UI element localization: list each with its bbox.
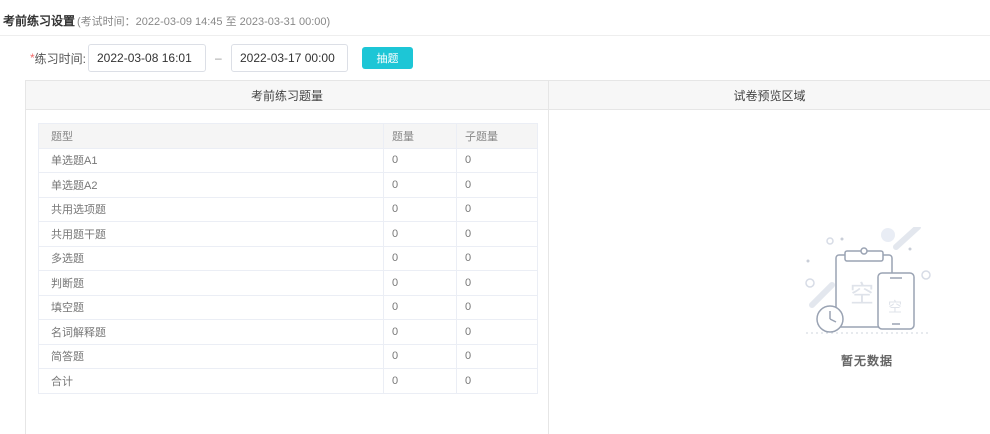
- row-sub-count: 0: [456, 270, 538, 296]
- row-type: 合计: [38, 368, 384, 394]
- row-sub-count: 0: [456, 148, 538, 173]
- table-row: 单选题A1 0 0: [38, 148, 538, 173]
- end-date-value: 2022-03-17 00:00: [240, 51, 335, 65]
- empty-char-large: 空: [850, 280, 874, 308]
- empty-clipboard-icon: 空 空: [805, 224, 931, 334]
- row-sub-count: 0: [456, 197, 538, 222]
- end-date-input[interactable]: 2022-03-17 00:00: [231, 44, 348, 72]
- row-count: 0: [383, 344, 457, 369]
- row-count: 0: [383, 148, 457, 173]
- practice-quantity-panel: 考前练习题量 题型 题量 子题量 单选题A1 0 0 单选题A2 0 0 共用选…: [25, 80, 549, 434]
- question-type-table: 题型 题量 子题量 单选题A1 0 0 单选题A2 0 0 共用选项题 0 0: [38, 123, 538, 394]
- practice-time-label: 练习时间:: [34, 51, 87, 66]
- row-count: 0: [383, 246, 457, 271]
- table-row: 共用题干题 0 0: [38, 221, 538, 247]
- row-type: 简答题: [38, 344, 384, 369]
- row-count: 0: [383, 270, 457, 296]
- paper-preview-header: 试卷预览区域: [549, 81, 990, 110]
- column-header-sub-count: 子题量: [456, 123, 538, 149]
- empty-char-small: 空: [888, 300, 902, 316]
- row-type: 共用题干题: [38, 221, 384, 247]
- row-type: 名词解释题: [38, 319, 384, 345]
- table-row: 简答题 0 0: [38, 344, 538, 369]
- row-sub-count: 0: [456, 368, 538, 394]
- page-title-bar: 考前练习设置 (考试时间：2022-03-09 14:45 至 2023-03-…: [0, 6, 990, 36]
- table-header-row: 题型 题量 子题量: [38, 123, 538, 149]
- date-range-separator: –: [215, 51, 222, 65]
- row-count: 0: [383, 295, 457, 320]
- table-row: 多选题 0 0: [38, 246, 538, 271]
- row-sub-count: 0: [456, 344, 538, 369]
- empty-text: 暂无数据: [840, 354, 893, 368]
- row-count: 0: [383, 172, 457, 198]
- row-type: 填空题: [38, 295, 384, 320]
- column-header-count: 题量: [383, 123, 457, 149]
- row-type: 共用选项题: [38, 197, 384, 222]
- extract-questions-button[interactable]: 抽题: [362, 47, 413, 69]
- row-count: 0: [383, 368, 457, 394]
- row-sub-count: 0: [456, 172, 538, 198]
- column-header-type: 题型: [38, 123, 384, 149]
- table-row: 填空题 0 0: [38, 295, 538, 320]
- row-type: 单选题A2: [38, 172, 384, 198]
- table-row-total: 合计 0 0: [38, 368, 538, 394]
- exam-time-range: (考试时间：2022-03-09 14:45 至 2023-03-31 00:0…: [77, 15, 331, 28]
- table-row: 共用选项题 0 0: [38, 197, 538, 222]
- start-date-value: 2022-03-08 16:01: [97, 51, 192, 65]
- table-row: 名词解释题 0 0: [38, 319, 538, 345]
- row-count: 0: [383, 197, 457, 222]
- row-sub-count: 0: [456, 295, 538, 320]
- table-row: 判断题 0 0: [38, 270, 538, 296]
- row-type: 判断题: [38, 270, 384, 296]
- row-type: 单选题A1: [38, 148, 384, 173]
- row-type: 多选题: [38, 246, 384, 271]
- row-sub-count: 0: [456, 221, 538, 247]
- practice-quantity-header: 考前练习题量: [26, 81, 548, 110]
- table-row: 单选题A2 0 0: [38, 172, 538, 198]
- start-date-input[interactable]: 2022-03-08 16:01: [88, 44, 206, 72]
- row-count: 0: [383, 319, 457, 345]
- row-sub-count: 0: [456, 246, 538, 271]
- page-title: 考前练习设置: [3, 14, 76, 28]
- paper-preview-panel: 试卷预览区域 空 空 暂无数据: [549, 80, 990, 434]
- row-sub-count: 0: [456, 319, 538, 345]
- row-count: 0: [383, 221, 457, 247]
- empty-state: 空 空 暂无数据: [802, 224, 932, 377]
